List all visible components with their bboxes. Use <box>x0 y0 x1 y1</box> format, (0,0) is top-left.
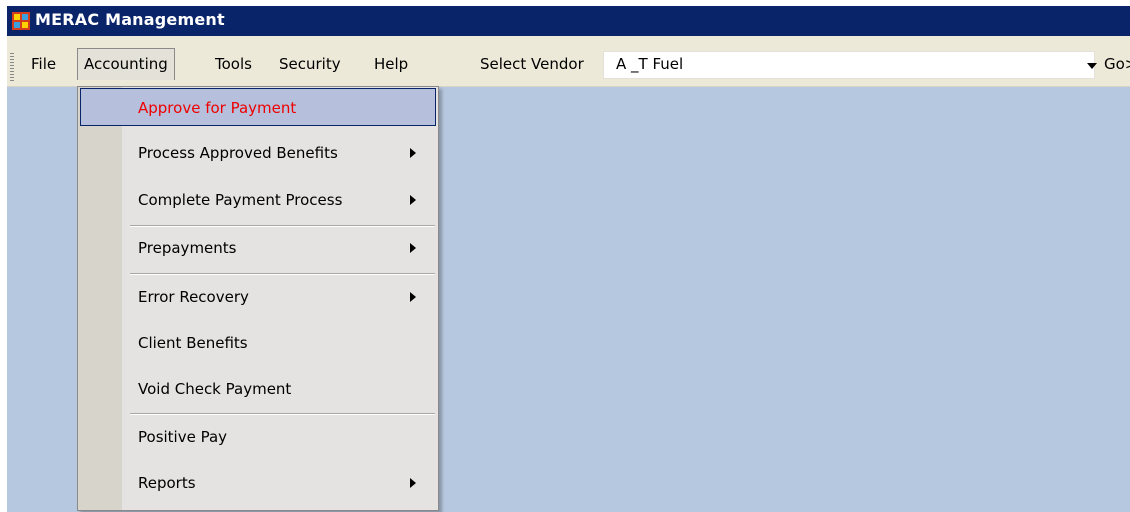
menu-item-complete-payment-process[interactable]: Complete Payment Process <box>80 181 436 219</box>
select-vendor-label: Select Vendor <box>480 55 584 73</box>
app-window-icon <box>12 12 30 30</box>
menu-separator <box>130 413 435 415</box>
menu-item-label: Positive Pay <box>138 428 228 446</box>
menu-tools[interactable]: Tools <box>209 48 258 80</box>
menu-item-label: Approve for Payment <box>138 99 297 117</box>
menu-separator <box>130 225 435 227</box>
menu-file[interactable]: File <box>25 48 62 80</box>
menu-item-process-approved-benefits[interactable]: Process Approved Benefits <box>80 134 436 172</box>
menu-separator <box>130 273 435 275</box>
menu-item-positive-pay[interactable]: Positive Pay <box>80 418 436 456</box>
menu-item-prepayments[interactable]: Prepayments <box>80 229 436 267</box>
menu-item-label: Prepayments <box>138 239 237 257</box>
vendor-value: A _T Fuel <box>616 55 684 73</box>
window-title: MERAC Management <box>35 10 225 29</box>
submenu-arrow-icon <box>410 195 416 205</box>
submenu-arrow-icon <box>410 292 416 302</box>
submenu-arrow-icon <box>410 243 416 253</box>
menu-accounting[interactable]: Accounting <box>77 48 175 80</box>
title-bar[interactable]: MERAC Management <box>7 6 1130 36</box>
chevron-down-icon[interactable] <box>1087 63 1097 69</box>
go-button[interactable]: Go> <box>1104 48 1130 80</box>
menu-item-approve-for-payment[interactable]: Approve for Payment <box>80 88 436 126</box>
menu-bar: File Accounting Tools Security Help Sele… <box>7 36 1130 87</box>
menu-item-label: Complete Payment Process <box>138 191 343 209</box>
submenu-arrow-icon <box>410 478 416 488</box>
menu-item-label: Client Benefits <box>138 334 248 352</box>
menu-help[interactable]: Help <box>368 48 414 80</box>
menu-item-label: Void Check Payment <box>138 380 292 398</box>
accounting-dropdown-menu: Approve for Payment Process Approved Ben… <box>77 86 439 511</box>
menu-item-label: Error Recovery <box>138 288 249 306</box>
app-window: MERAC Management File Accounting Tools S… <box>7 6 1130 512</box>
submenu-arrow-icon <box>410 148 416 158</box>
toolbar-grip-icon[interactable] <box>10 53 14 83</box>
menu-item-void-check-payment[interactable]: Void Check Payment <box>80 370 436 408</box>
menu-item-client-benefits[interactable]: Client Benefits <box>80 324 436 362</box>
menu-item-label: Process Approved Benefits <box>138 144 338 162</box>
menu-item-label: Reports <box>138 474 196 492</box>
menu-security[interactable]: Security <box>273 48 347 80</box>
menu-item-reports[interactable]: Reports <box>80 464 436 502</box>
vendor-combobox[interactable]: A _T Fuel <box>603 51 1095 79</box>
menu-item-error-recovery[interactable]: Error Recovery <box>80 278 436 316</box>
